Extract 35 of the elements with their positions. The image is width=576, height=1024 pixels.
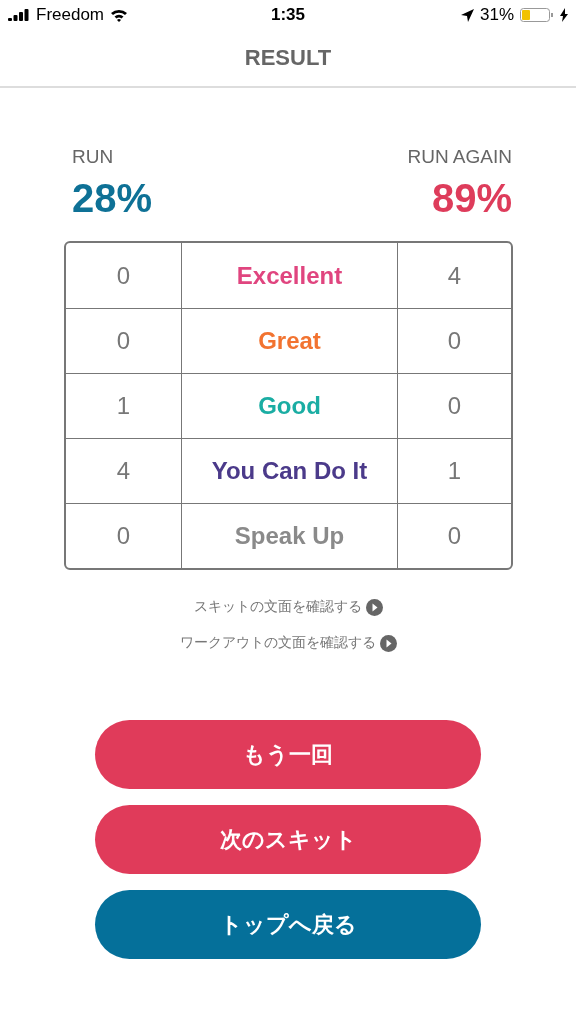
table-cell: Excellent: [181, 243, 398, 308]
table-cell-text: 0: [446, 521, 463, 551]
table-cell: Good: [181, 374, 398, 438]
location-arrow-icon: [460, 8, 474, 22]
text-link[interactable]: ワークアウトの文面を確認する: [179, 634, 397, 652]
table-cell: Speak Up: [181, 504, 398, 568]
text-link[interactable]: スキットの文面を確認する: [193, 598, 383, 616]
table-cell: Great: [181, 309, 398, 373]
action-button[interactable]: 次のスキット: [95, 805, 481, 874]
carrier-name: Freedom: [36, 5, 105, 25]
action-button[interactable]: トップへ戻る: [95, 890, 481, 959]
play-icon: [379, 634, 397, 652]
battery-percent: 31%: [479, 5, 514, 25]
score-value: 28%: [72, 176, 153, 221]
action-button[interactable]: もう一回: [95, 720, 481, 789]
battery-icon: [520, 8, 554, 22]
table-cell-text: 0: [446, 326, 463, 356]
table-cell-text: 4: [115, 456, 132, 486]
score-label: RUN AGAIN: [407, 146, 512, 168]
table-cell: You Can Do It: [181, 439, 398, 503]
charging-bolt-icon: [560, 8, 568, 22]
clock-time: 1:35: [271, 5, 305, 25]
signal-icon: [8, 9, 30, 21]
table-cell-text: 1: [115, 391, 132, 421]
wifi-icon: [110, 8, 129, 22]
score-value: 89%: [431, 176, 512, 221]
table-cell-text: 0: [115, 521, 132, 551]
play-icon: [365, 598, 383, 616]
table-cell-text: 0: [115, 260, 132, 291]
table-cell-text: 0: [446, 391, 463, 421]
score-label: RUN: [72, 146, 114, 168]
table-cell-text: 0: [115, 326, 132, 356]
table-cell-text: 4: [446, 260, 463, 291]
table-cell-text: 1: [446, 456, 463, 486]
page-title: RESULT: [244, 45, 332, 71]
